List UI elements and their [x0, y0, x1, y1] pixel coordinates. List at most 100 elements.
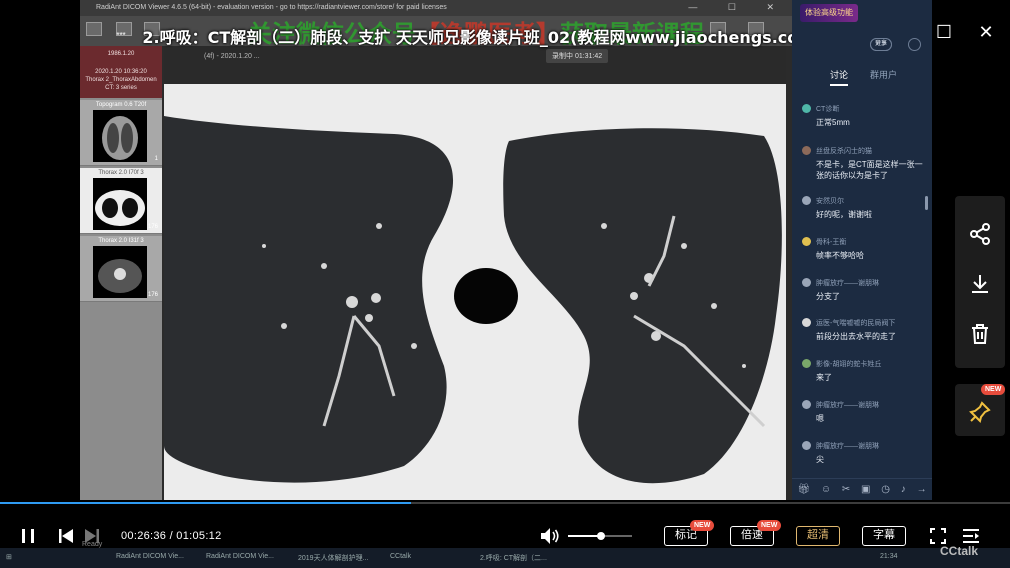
viewer-title: RadiAnt DICOM Viewer 4.6.5 (64-bit) - ev…: [96, 4, 447, 11]
series-thumb-image: [93, 246, 147, 298]
current-time: 00:26:36: [121, 530, 167, 542]
side-action-panel: [955, 196, 1005, 368]
volume-slider[interactable]: [568, 532, 632, 540]
video-frame[interactable]: RadiAnt DICOM Viewer 4.6.5 (64-bit) - ev…: [80, 0, 792, 500]
avatar: [802, 318, 811, 327]
send-arrow-icon[interactable]: →: [917, 484, 927, 495]
more-button[interactable]: 更多: [870, 38, 892, 51]
download-icon[interactable]: [968, 272, 992, 296]
trash-icon[interactable]: [968, 322, 992, 346]
avatar: [802, 359, 811, 368]
image-icon[interactable]: ▣: [861, 484, 870, 495]
message-text: 好的呢，谢谢啦: [816, 210, 872, 219]
message-author: 骨科-王衡: [816, 239, 847, 246]
previous-icon[interactable]: [58, 528, 74, 544]
message-author: CT诊断: [816, 106, 840, 113]
playback-progress-bar[interactable]: [0, 502, 1010, 504]
taskbar-item[interactable]: 2.呼吸: CT解剖（二...: [480, 553, 547, 563]
avatar: [802, 146, 811, 155]
speed-new-badge: NEW: [757, 520, 782, 531]
series-label: Thorax 2.0 I70f 3: [98, 170, 144, 176]
study-series-count: CT: 3 series: [105, 85, 137, 91]
fullscreen-icon[interactable]: [930, 528, 946, 544]
premium-promo-banner[interactable]: 体验高级功能: [800, 4, 858, 22]
discussion-panel: 体验高级功能 分享 更多 讨论 群用户 CT诊断 正常5mm 丝盘反杀闪士的猫 …: [792, 0, 932, 500]
viewer-window-buttons: — ☐ ✕: [688, 2, 788, 12]
patient-info: *** 1986.1.20 2020.1.20 10:36:20 Thorax …: [80, 32, 162, 98]
next-icon[interactable]: [84, 528, 100, 544]
avatar: [802, 441, 811, 450]
taskbar-item[interactable]: CCtalk: [390, 553, 411, 560]
study-datetime: 2020.1.20 10:36:20: [95, 69, 147, 75]
volume-knob[interactable]: [597, 532, 606, 540]
ct-scan-image: [164, 84, 786, 500]
tab-discussion[interactable]: 讨论: [830, 68, 849, 86]
message-text: 嗯: [816, 414, 824, 423]
restore-button[interactable]: ☐: [934, 22, 954, 43]
tab-group-users[interactable]: 群用户: [870, 68, 897, 81]
series-thumbnail-thorax-i70f[interactable]: Thorax 2.0 I70f 3 176: [80, 168, 162, 234]
series-thumb-image: [93, 178, 147, 230]
pause-icon[interactable]: [20, 528, 36, 544]
chat-message-list[interactable]: CT诊断 正常5mm 丝盘反杀闪士的猫 不是卡，是CT面是这样一张一张的话你以为…: [792, 96, 932, 476]
series-count: 1: [154, 156, 158, 162]
volume-level: [568, 535, 602, 537]
quality-button[interactable]: 超清: [796, 526, 840, 546]
avatar: [802, 400, 811, 409]
message-author: 肿瘤放疗——谢朋琳: [816, 402, 879, 409]
os-taskbar: ⊞ RadiAnt DICOM Vie... RadiAnt DICOM Vie…: [0, 548, 1010, 568]
message-text: 来了: [816, 373, 832, 382]
patient-dob: 1986.1.20: [107, 51, 135, 57]
subtitle-button[interactable]: 字幕: [862, 526, 906, 546]
series-label: Topogram 0.6 T20f: [95, 102, 147, 108]
chat-toolbar: 🎁︎ ☺ ✂ ▣ ◷ ♪ →: [792, 478, 932, 500]
message-text: 帧率不够哈哈: [816, 251, 864, 260]
message-text: 正常5mm: [816, 118, 850, 127]
scissors-icon[interactable]: ✂: [842, 484, 850, 495]
avatar: [802, 278, 811, 287]
series-thumbnail-thorax-i31f[interactable]: Thorax 2.0 I31f 3 176: [80, 236, 162, 302]
new-badge: NEW: [981, 384, 1006, 395]
taskbar-item[interactable]: RadiAnt DICOM Vie...: [116, 553, 184, 560]
bell-off-icon[interactable]: ♪: [901, 484, 906, 495]
study-description: Thorax 2_ThoraxAbdomen: [85, 77, 157, 83]
avatar: [802, 196, 811, 205]
avatar: [802, 237, 811, 246]
message-author: 影像-胡翊的蛇卡姓丘: [816, 361, 882, 368]
playlist-icon[interactable]: [962, 528, 980, 544]
series-label: Thorax 2.0 I31f 3: [98, 238, 144, 244]
series-panel: *** 1986.1.20 2020.1.20 10:36:20 Thorax …: [80, 32, 162, 500]
ct-image-viewport[interactable]: (4f) - 2020.1.20 ... 录制中 01:31:42: [164, 46, 786, 500]
pin-icon[interactable]: [968, 400, 992, 424]
gift-icon[interactable]: 🎁︎: [797, 484, 810, 495]
message-text: 尖: [816, 455, 824, 464]
time-display: 00:26:36 / 01:05:12: [121, 530, 222, 542]
chat-tabs: 讨论 群用户: [792, 66, 932, 86]
mark-new-badge: NEW: [690, 520, 715, 531]
message-text: 不是卡，是CT面是这样一张一张的话你以为是卡了: [816, 160, 923, 180]
emoji-icon[interactable]: ☺: [821, 484, 831, 495]
windows-start-icon[interactable]: ⊞: [6, 553, 12, 561]
settings-icon[interactable]: [908, 38, 921, 51]
volume-icon[interactable]: [540, 527, 560, 545]
taskbar-item[interactable]: RadiAnt DICOM Vie...: [206, 553, 274, 560]
close-button[interactable]: ✕: [976, 22, 996, 43]
chat-scrollbar[interactable]: [925, 196, 928, 210]
series-thumbnail-topogram[interactable]: Topogram 0.6 T20f 1: [80, 100, 162, 166]
total-time: 01:05:12: [176, 530, 222, 542]
taskbar-item[interactable]: 2019天人体解剖护理...: [298, 553, 368, 563]
tray-clock: 21:34: [880, 553, 898, 560]
cctalk-logo: CCtalk: [940, 544, 979, 558]
share-icon[interactable]: [968, 222, 992, 246]
pin-panel: NEW: [955, 384, 1006, 436]
series-thumb-image: [93, 110, 147, 162]
message-author: 运医-气喘嘘嘘的民局阀下: [816, 320, 896, 327]
series-count: 176: [147, 224, 158, 230]
chat-header: 体验高级功能 分享 更多: [792, 0, 932, 58]
series-count: 176: [147, 292, 158, 298]
avatar: [802, 104, 811, 113]
message-author: 丝盘反杀闪士的猫: [816, 148, 872, 155]
clock-icon[interactable]: ◷: [881, 484, 890, 495]
playback-progress-fill: [0, 502, 411, 504]
message-author: 肿瘤放疗——谢朋琳: [816, 280, 879, 287]
